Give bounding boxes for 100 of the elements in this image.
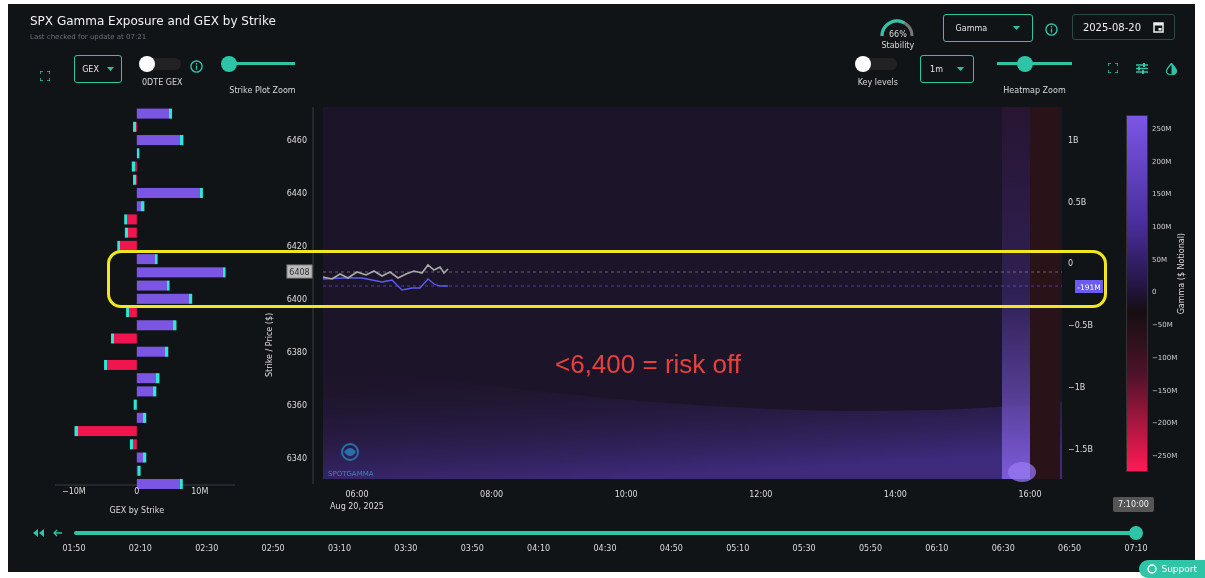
toggle-switch[interactable] xyxy=(858,58,897,70)
annotation-text: <6,400 = risk off xyxy=(555,349,741,380)
time-label: 03:50 xyxy=(460,544,484,553)
gex-bar xyxy=(117,240,137,251)
slider-label: Heatmap Zoom xyxy=(1003,86,1066,95)
time-label: 06:30 xyxy=(991,544,1015,553)
axis-label: 6400 xyxy=(286,294,307,304)
gex-bar xyxy=(136,188,203,198)
time-label: 04:30 xyxy=(593,544,617,553)
gex-bar xyxy=(136,479,183,489)
toggle-label: 0DTE GEX xyxy=(142,78,183,87)
gex-bar xyxy=(126,307,137,318)
time-label: 07:10 xyxy=(1124,544,1148,553)
axis-label: 6340 xyxy=(286,453,307,463)
gex-bar xyxy=(136,293,193,304)
gex-bar xyxy=(129,439,137,450)
gex-bar xyxy=(136,346,169,357)
caret-icon xyxy=(1013,26,1021,30)
time-label: 03:10 xyxy=(327,544,352,553)
gex-bar xyxy=(133,121,137,132)
axis-label: 6380 xyxy=(286,347,307,357)
time-label: 03:30 xyxy=(394,544,418,553)
axis-title: GEX by Strike xyxy=(109,506,165,515)
gex-bar xyxy=(136,373,160,384)
gex-bar xyxy=(136,465,141,476)
axis-label: 10:00 xyxy=(614,490,638,499)
axis-label: 08:00 xyxy=(480,490,504,499)
axis-label: 6440 xyxy=(286,189,307,198)
axis-label: 0 xyxy=(134,487,140,496)
axis-label: 0 xyxy=(1068,259,1074,268)
axis-label: −0.5B xyxy=(1068,321,1093,331)
interval-select[interactable]: 1m xyxy=(920,55,974,83)
toggle-label: Key levels xyxy=(857,78,898,87)
time-label: 04:10 xyxy=(527,544,551,553)
gex-bar xyxy=(136,148,140,159)
gex-bar xyxy=(104,359,137,370)
axis-label: 14:00 xyxy=(883,490,907,499)
gex-bar xyxy=(111,333,137,344)
gex-bar xyxy=(136,108,173,119)
time-label: 06:50 xyxy=(1058,544,1082,553)
gex-bar xyxy=(124,227,137,238)
axis-label: −1.5B xyxy=(1068,444,1093,454)
price-badge: 6408 xyxy=(286,264,313,279)
axis-label: 06:00 xyxy=(345,490,369,499)
gex-bar xyxy=(136,135,184,146)
help-icon xyxy=(1147,564,1158,574)
calendar-icon[interactable] xyxy=(1153,21,1164,33)
gex-bar xyxy=(136,201,145,212)
axis-title: Strike / Price ($) xyxy=(265,312,274,378)
time-label: 02:30 xyxy=(195,544,219,553)
scale-title: Gamma ($ Notional) xyxy=(1177,232,1187,315)
time-label: 05:10 xyxy=(726,544,750,553)
caret-icon xyxy=(106,67,114,71)
info-icon[interactable] xyxy=(1044,23,1058,36)
info-icon[interactable] xyxy=(190,60,204,73)
axis-label: 6460 xyxy=(286,136,307,146)
gauge-value: 66% xyxy=(889,30,907,39)
date-label: Aug 20, 2025 xyxy=(330,502,384,511)
gex-bar xyxy=(133,174,137,185)
axis-label: 12:00 xyxy=(749,490,773,499)
time-label: 05:30 xyxy=(792,544,816,553)
gex-bar xyxy=(136,412,147,423)
page-title: SPX Gamma Exposure and GEX by Strike xyxy=(30,14,276,28)
gex-bar xyxy=(133,399,137,410)
gex-bar xyxy=(136,386,157,397)
slider-label: Strike Plot Zoom xyxy=(229,86,296,95)
axis-label: 16:00 xyxy=(1018,490,1042,499)
axis-label: 1B xyxy=(1068,136,1079,145)
rewind-icon[interactable] xyxy=(33,529,44,537)
gauge-label: Stability xyxy=(881,41,915,50)
gex-bar xyxy=(124,214,137,225)
time-label: 02:50 xyxy=(261,544,285,553)
time-label: 04:50 xyxy=(659,544,683,553)
gex-bar xyxy=(131,161,137,172)
back-arrow-icon[interactable] xyxy=(53,529,62,537)
sliders-icon[interactable] xyxy=(1136,63,1148,74)
time-label: 01:50 xyxy=(62,544,86,553)
fullscreen-icon[interactable] xyxy=(40,71,50,81)
axis-label: 10M xyxy=(191,487,209,496)
gex-bar xyxy=(136,452,147,463)
axis-label: 6360 xyxy=(286,400,307,410)
timeline-thumb[interactable] xyxy=(1129,526,1143,540)
date-field[interactable]: 2025-08-20 xyxy=(1071,14,1175,40)
gex-bar xyxy=(136,320,177,331)
contrast-icon[interactable] xyxy=(1166,63,1177,75)
axis-label: 0.5B xyxy=(1068,197,1087,207)
time-label: 06:10 xyxy=(925,544,949,553)
axis-label: −1B xyxy=(1068,382,1086,392)
metric-select[interactable]: GEX xyxy=(74,55,122,83)
view-select[interactable]: Gamma xyxy=(942,14,1033,42)
slider-thumb[interactable] xyxy=(1016,56,1033,72)
slider-thumb[interactable] xyxy=(221,56,238,72)
caret-icon xyxy=(956,67,964,71)
fullscreen-icon[interactable] xyxy=(1108,63,1118,73)
logo-icon xyxy=(341,443,359,461)
gex-bar xyxy=(74,426,137,437)
axis-label: 6420 xyxy=(286,241,307,251)
time-label: 05:50 xyxy=(858,544,883,553)
gex-bar xyxy=(136,280,170,291)
time-label: 02:10 xyxy=(128,544,152,553)
